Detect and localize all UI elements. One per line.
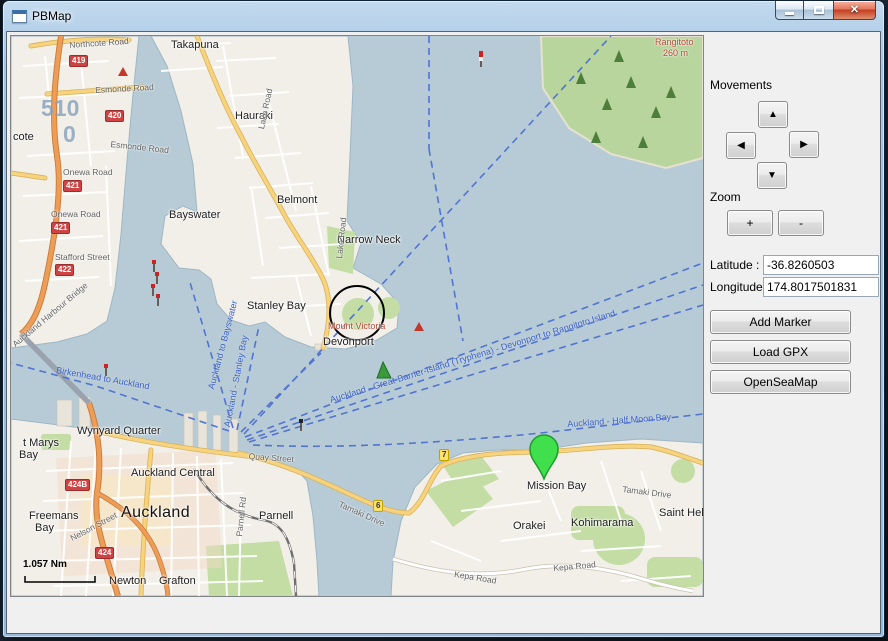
up-arrow-icon: ▲ [768, 109, 778, 120]
longitude-label: Longitude : [710, 280, 769, 294]
add-marker-button[interactable]: Add Marker [710, 310, 851, 334]
close-button[interactable]: ✕ [833, 1, 876, 20]
latitude-input[interactable] [763, 255, 879, 275]
move-left-button[interactable]: ◀ [726, 132, 756, 159]
zoom-in-button[interactable]: + [727, 210, 773, 236]
move-up-button[interactable]: ▲ [758, 101, 788, 128]
minimize-icon [785, 12, 794, 15]
latitude-label: Latitude : [710, 258, 759, 272]
left-arrow-icon: ◀ [737, 140, 745, 151]
app-icon [12, 10, 27, 23]
zoom-label: Zoom [710, 190, 741, 204]
close-icon: ✕ [850, 5, 859, 16]
minimize-button[interactable] [775, 1, 804, 20]
maximize-icon [814, 6, 824, 14]
down-arrow-icon: ▼ [767, 170, 777, 181]
window-title: PBMap [32, 9, 71, 23]
maximize-button[interactable] [804, 1, 833, 20]
move-down-button[interactable]: ▼ [757, 162, 787, 189]
caption-buttons: ✕ [775, 1, 876, 20]
longitude-input[interactable] [763, 277, 879, 297]
right-arrow-icon: ▶ [800, 139, 808, 150]
desktop: PBMap ✕ [0, 0, 888, 641]
app-window: PBMap ✕ [3, 1, 884, 637]
openseamap-button[interactable]: OpenSeaMap [710, 370, 851, 394]
map-view[interactable]: TakapunaNorthcote RoadEsmonde RoadEsmond… [10, 35, 704, 597]
map-canvas [11, 36, 703, 596]
move-right-button[interactable]: ▶ [789, 131, 819, 158]
movements-label: Movements [710, 78, 772, 92]
titlebar[interactable]: PBMap ✕ [3, 1, 884, 31]
zoom-out-button[interactable]: - [778, 210, 824, 236]
load-gpx-button[interactable]: Load GPX [710, 340, 851, 364]
